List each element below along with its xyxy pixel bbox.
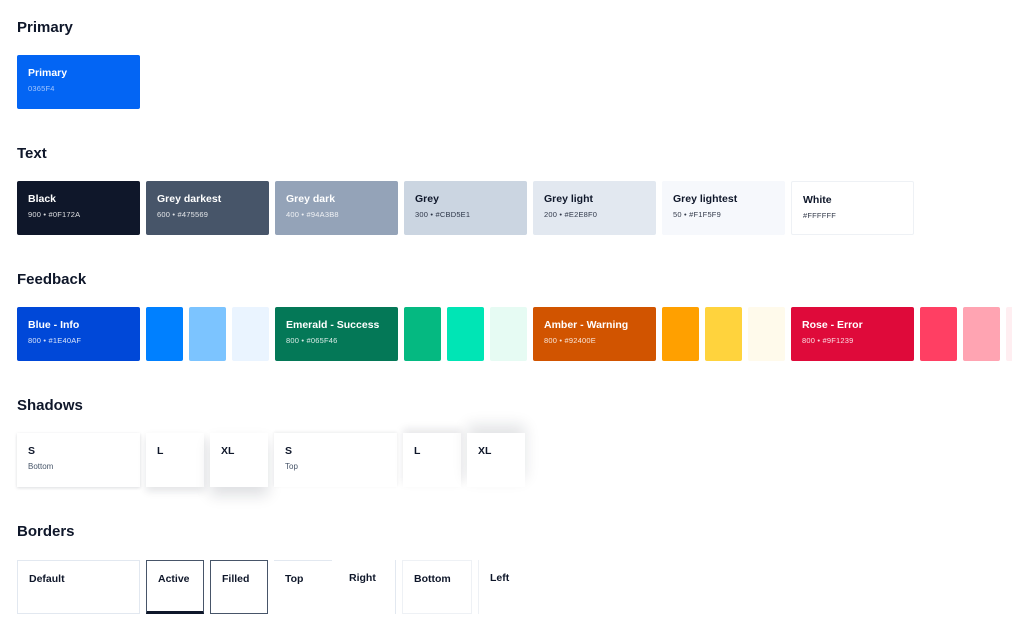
swatch-rose-shade-2[interactable] bbox=[963, 307, 1000, 361]
swatch-amber-shade-3[interactable] bbox=[748, 307, 785, 361]
swatch-code: 200 • #E2E8F0 bbox=[544, 210, 598, 219]
swatch-code: 50 • #F1F5F9 bbox=[673, 210, 721, 219]
swatch-name: Primary bbox=[28, 67, 68, 79]
section-title-text: Text bbox=[17, 145, 47, 162]
swatch-code: 800 • #92400E bbox=[544, 336, 596, 345]
card-sub: Bottom bbox=[28, 462, 54, 471]
swatch-blue-shade-3[interactable] bbox=[232, 307, 269, 361]
card-sub: Top bbox=[285, 462, 298, 471]
swatch-grey-dark[interactable]: Grey dark 400 • #94A3B8 bbox=[275, 181, 398, 235]
swatch-grey[interactable]: Grey 300 • #CBD5E1 bbox=[404, 181, 527, 235]
swatch-emerald-shade-1[interactable] bbox=[404, 307, 441, 361]
shadow-s-top[interactable]: S Top bbox=[274, 433, 397, 487]
border-filled[interactable]: Filled bbox=[210, 560, 268, 614]
swatch-code: 800 • #1E40AF bbox=[28, 336, 82, 345]
swatch-blue-shade-2[interactable] bbox=[189, 307, 226, 361]
section-title-shadows: Shadows bbox=[17, 397, 83, 414]
swatch-name: Grey dark bbox=[286, 193, 336, 205]
shadow-s-bottom[interactable]: S Bottom bbox=[17, 433, 140, 487]
shadow-l-bottom[interactable]: L bbox=[146, 433, 204, 487]
border-active[interactable]: Active bbox=[146, 560, 204, 614]
swatch-grey-light[interactable]: Grey light 200 • #E2E8F0 bbox=[533, 181, 656, 235]
swatch-code: 600 • #475569 bbox=[157, 210, 209, 219]
section-title-borders: Borders bbox=[17, 523, 75, 540]
swatch-grey-darkest[interactable]: Grey darkest 600 • #475569 bbox=[146, 181, 269, 235]
card-name: Top bbox=[285, 573, 304, 585]
swatch-code: #FFFFFF bbox=[803, 211, 837, 220]
swatch-name: Grey darkest bbox=[157, 193, 222, 205]
swatch-code: 800 • #9F1239 bbox=[802, 336, 854, 345]
swatch-rose-error[interactable]: Rose - Error 800 • #9F1239 bbox=[791, 307, 914, 361]
border-top[interactable]: Top bbox=[274, 560, 332, 614]
swatch-code: 400 • #94A3B8 bbox=[286, 210, 339, 219]
card-name: S bbox=[285, 445, 293, 457]
swatch-emerald-success[interactable]: Emerald - Success 800 • #065F46 bbox=[275, 307, 398, 361]
swatch-code: 900 • #0F172A bbox=[28, 210, 81, 219]
swatch-blue-shade-1[interactable] bbox=[146, 307, 183, 361]
card-name: Left bbox=[490, 572, 510, 584]
swatch-amber-shade-2[interactable] bbox=[705, 307, 742, 361]
swatch-rose-shade-1[interactable] bbox=[920, 307, 957, 361]
card-name: L bbox=[157, 445, 164, 457]
shadow-l-top[interactable]: L bbox=[403, 433, 461, 487]
section-title-feedback: Feedback bbox=[17, 271, 87, 288]
swatch-amber-warning[interactable]: Amber - Warning 800 • #92400E bbox=[533, 307, 656, 361]
swatch-name: White bbox=[803, 194, 832, 206]
swatch-name: Grey lightest bbox=[673, 193, 738, 205]
swatch-code: 800 • #065F46 bbox=[286, 336, 338, 345]
shadow-xl-bottom[interactable]: XL bbox=[210, 433, 268, 487]
card-name: XL bbox=[478, 445, 492, 457]
section-title-primary: Primary bbox=[17, 19, 73, 36]
swatch-black[interactable]: Black 900 • #0F172A bbox=[17, 181, 140, 235]
card-name: Active bbox=[158, 573, 190, 585]
swatch-name: Amber - Warning bbox=[544, 319, 629, 331]
card-name: Right bbox=[349, 572, 376, 584]
card-name: L bbox=[414, 445, 421, 457]
swatch-rose-shade-3[interactable] bbox=[1006, 307, 1012, 361]
card-name: Bottom bbox=[414, 573, 451, 585]
border-left[interactable]: Left bbox=[478, 560, 536, 614]
swatch-white[interactable]: White #FFFFFF bbox=[791, 181, 914, 235]
swatch-name: Rose - Error bbox=[802, 319, 863, 331]
border-bottom[interactable]: Bottom bbox=[402, 560, 472, 614]
swatch-primary[interactable]: Primary 0365F4 bbox=[17, 55, 140, 109]
swatch-emerald-shade-3[interactable] bbox=[490, 307, 527, 361]
shadow-xl-top[interactable]: XL bbox=[467, 433, 525, 487]
border-default[interactable]: Default bbox=[17, 560, 140, 614]
border-right[interactable]: Right bbox=[338, 560, 396, 614]
card-name: XL bbox=[221, 445, 235, 457]
swatch-code: 0365F4 bbox=[28, 84, 55, 93]
swatch-code: 300 • #CBD5E1 bbox=[415, 210, 471, 219]
card-name: Filled bbox=[222, 573, 250, 585]
swatch-name: Emerald - Success bbox=[286, 319, 380, 331]
swatch-name: Grey light bbox=[544, 193, 594, 205]
swatch-grey-lightest[interactable]: Grey lightest 50 • #F1F5F9 bbox=[662, 181, 785, 235]
card-name: Default bbox=[29, 573, 65, 585]
swatch-name: Blue - Info bbox=[28, 319, 80, 331]
swatch-name: Grey bbox=[415, 193, 439, 205]
swatch-emerald-shade-2[interactable] bbox=[447, 307, 484, 361]
swatch-name: Black bbox=[28, 193, 57, 205]
card-name: S bbox=[28, 445, 36, 457]
swatch-amber-shade-1[interactable] bbox=[662, 307, 699, 361]
swatch-blue-info[interactable]: Blue - Info 800 • #1E40AF bbox=[17, 307, 140, 361]
